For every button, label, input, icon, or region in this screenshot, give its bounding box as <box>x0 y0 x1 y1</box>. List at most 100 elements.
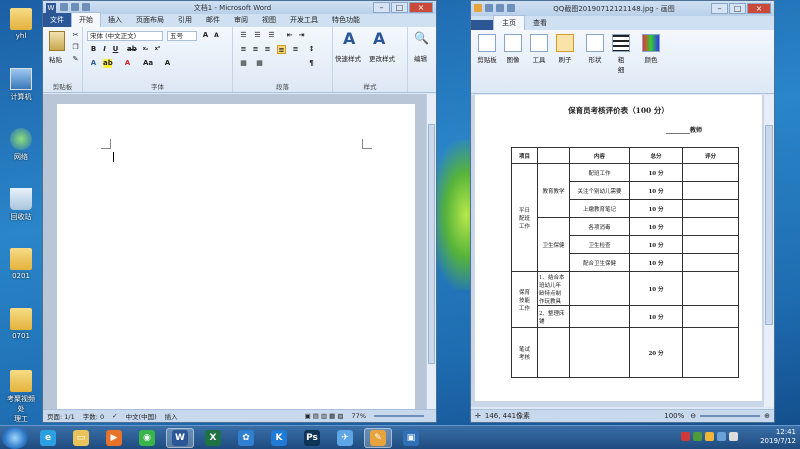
strikethrough-icon[interactable]: ab <box>127 45 137 54</box>
char-border-icon[interactable]: A <box>163 59 172 68</box>
tab-references[interactable]: 引用 <box>171 13 199 27</box>
paint-zoom-level[interactable]: 100% <box>664 412 684 420</box>
align-left-icon[interactable]: ≡ <box>239 45 248 54</box>
bullets-icon[interactable]: ☰ <box>239 31 248 40</box>
bold-icon[interactable]: B <box>89 45 98 54</box>
tab-features[interactable]: 特色功能 <box>325 13 367 27</box>
desktop-icon-0201[interactable]: 0201 <box>4 248 38 280</box>
media-player-icon[interactable]: ▶ <box>100 428 128 448</box>
distributed-icon[interactable]: ≡ <box>291 45 300 54</box>
bird-icon[interactable]: ✈ <box>331 428 359 448</box>
change-styles-button[interactable]: 更改样式 <box>369 53 395 63</box>
paint-zoom-slider[interactable] <box>700 415 761 417</box>
maximize-button[interactable]: □ <box>729 3 746 14</box>
brush-button[interactable]: 刷子 <box>553 34 577 64</box>
tab-view[interactable]: 查看 <box>525 16 555 30</box>
cut-icon[interactable]: ✂ <box>71 31 80 40</box>
paint-image[interactable]: 保育员考核评价表（100 分） ________教师 项目 内容 总分 评分 平… <box>475 95 762 401</box>
text-effects-icon[interactable]: A <box>89 59 98 68</box>
font-color-icon[interactable]: A <box>123 59 132 68</box>
close-button[interactable]: × <box>747 3 771 14</box>
tab-insert[interactable]: 插入 <box>101 13 129 27</box>
photoshop-icon[interactable]: Ps <box>298 428 326 448</box>
explorer-icon[interactable]: ▭ <box>67 428 95 448</box>
save-icon[interactable] <box>485 3 493 12</box>
tab-view[interactable]: 视图 <box>255 13 283 27</box>
quick-styles-button[interactable]: 快速样式 <box>335 53 361 63</box>
paste-button[interactable]: 粘贴 <box>49 54 62 64</box>
undo-icon[interactable] <box>71 2 79 11</box>
find-icon[interactable]: 🔍 <box>414 31 429 45</box>
desktop-icon-0701[interactable]: 0701 <box>4 308 38 340</box>
underline-icon[interactable]: U <box>111 45 120 54</box>
superscript-icon[interactable]: x² <box>153 45 162 54</box>
image-button[interactable]: 图像 <box>501 34 525 64</box>
maximize-button[interactable]: □ <box>391 2 408 13</box>
align-right-icon[interactable]: ≡ <box>263 45 272 54</box>
redo-icon[interactable] <box>82 2 90 11</box>
font-name-select[interactable]: 宋体 (中文正文) <box>87 31 163 41</box>
qq-icon[interactable]: ✿ <box>232 428 260 448</box>
copy-icon[interactable]: ❐ <box>71 43 80 52</box>
zoom-level[interactable]: 77% <box>352 412 366 420</box>
show-marks-icon[interactable]: ¶ <box>307 59 316 68</box>
quick-styles-icon[interactable]: A <box>343 29 355 48</box>
desktop-icon-recycle-bin[interactable]: 回收站 <box>4 188 38 222</box>
increase-indent-icon[interactable]: ⇥ <box>297 31 306 40</box>
tab-review[interactable]: 审阅 <box>227 13 255 27</box>
paint-icon[interactable]: ✎ <box>364 427 392 448</box>
tab-page-layout[interactable]: 页面布局 <box>129 13 171 27</box>
justify-icon[interactable]: ≡ <box>277 45 286 54</box>
save-icon[interactable] <box>60 2 68 11</box>
shrink-font-icon[interactable]: A <box>212 31 221 40</box>
desktop-icon-folder[interactable]: 考聚视频处 理工 <box>4 370 38 424</box>
redo-icon[interactable] <box>507 3 515 12</box>
size-button[interactable]: 粗 细 <box>609 34 633 74</box>
paint-app-icon[interactable] <box>474 3 482 12</box>
edit-button[interactable]: 编辑 <box>414 53 427 63</box>
minimize-button[interactable]: – <box>711 3 728 14</box>
clipboard-button[interactable]: 剪贴板 <box>475 34 499 64</box>
font-size-select[interactable]: 五号 <box>167 31 197 41</box>
proofing-icon[interactable]: ✓ <box>112 412 117 420</box>
word-icon[interactable]: W <box>166 427 194 448</box>
format-painter-icon[interactable]: ✎ <box>71 55 80 64</box>
change-styles-icon[interactable]: A <box>373 29 385 48</box>
zoom-slider[interactable] <box>374 415 424 417</box>
undo-icon[interactable] <box>496 3 504 12</box>
ie-icon[interactable]: e <box>34 428 62 448</box>
insert-mode[interactable]: 插入 <box>165 411 178 421</box>
borders-icon[interactable]: ▦ <box>255 59 264 68</box>
network-tray-icon[interactable] <box>717 432 726 441</box>
shading-icon[interactable]: ▦ <box>239 59 248 68</box>
excel-icon[interactable]: X <box>199 428 227 448</box>
subscript-icon[interactable]: x₂ <box>141 45 150 54</box>
paint-vertical-scrollbar[interactable] <box>764 95 774 407</box>
tab-home[interactable]: 主页 <box>493 15 525 30</box>
view-buttons[interactable]: ▣ ▤ ▥ ▦ ▧ <box>305 412 344 420</box>
colors-button[interactable]: 颜色 <box>639 34 663 64</box>
tray-app-icon[interactable] <box>705 432 714 441</box>
zoom-in-icon[interactable]: ⊕ <box>764 412 770 420</box>
word-count[interactable]: 字数: 0 <box>83 411 104 421</box>
volume-icon[interactable] <box>729 432 738 441</box>
screen-recorder-icon[interactable]: ▣ <box>397 428 425 448</box>
tools-button[interactable]: 工具 <box>527 34 551 64</box>
paint-menu-button[interactable] <box>471 20 493 30</box>
multilevel-icon[interactable]: ☰ <box>267 31 276 40</box>
decrease-indent-icon[interactable]: ⇤ <box>285 31 294 40</box>
start-button[interactable] <box>2 426 28 449</box>
green-app-icon[interactable]: ◉ <box>133 428 161 448</box>
document-page[interactable] <box>57 104 415 410</box>
kugou-icon[interactable]: K <box>265 428 293 448</box>
clock[interactable]: 12:41 2019/7/12 <box>760 428 796 446</box>
desktop-icon-computer[interactable]: 计算机 <box>4 68 38 102</box>
tab-file[interactable]: 文件 <box>43 13 71 27</box>
grow-font-icon[interactable]: A <box>201 31 210 40</box>
minimize-button[interactable]: – <box>373 2 390 13</box>
tray-app-icon[interactable] <box>681 432 690 441</box>
zoom-out-icon[interactable]: ⊖ <box>690 412 696 420</box>
page-count[interactable]: 页面: 1/1 <box>47 411 75 421</box>
numbering-icon[interactable]: ☰ <box>253 31 262 40</box>
desktop-icon-user[interactable]: yhl <box>4 8 38 40</box>
